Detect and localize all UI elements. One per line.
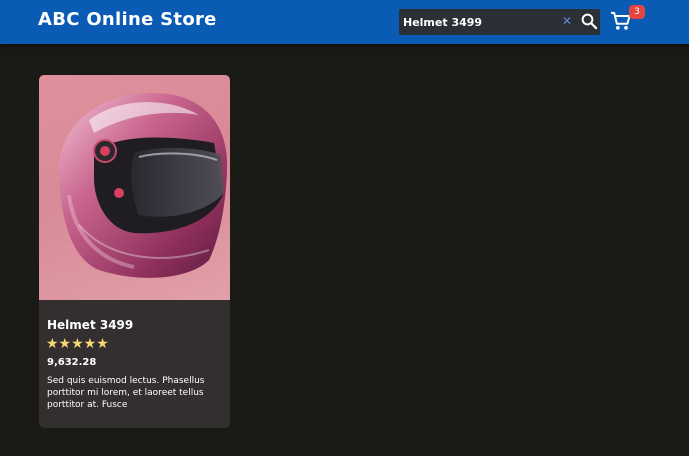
helmet-illustration [58, 93, 228, 278]
search-input[interactable] [399, 9, 559, 35]
product-price: 9,632.28 [47, 357, 97, 368]
close-icon[interactable]: ✕ [561, 14, 573, 28]
product-card[interactable]: Helmet 3499 ★★★★★ 9,632.28 Sed quis euis… [39, 75, 230, 428]
top-bar: ABC Online Store ✕ 3 [0, 0, 689, 44]
product-description: Sed quis euismod lectus. Phasellus portt… [47, 376, 205, 410]
star-rating: ★★★★★ [46, 336, 109, 352]
search-icon[interactable] [580, 12, 598, 30]
product-image[interactable] [39, 75, 230, 300]
cart-count-badge: 3 [629, 5, 645, 19]
store-title[interactable]: ABC Online Store [38, 9, 217, 30]
product-title[interactable]: Helmet 3499 [47, 318, 133, 332]
